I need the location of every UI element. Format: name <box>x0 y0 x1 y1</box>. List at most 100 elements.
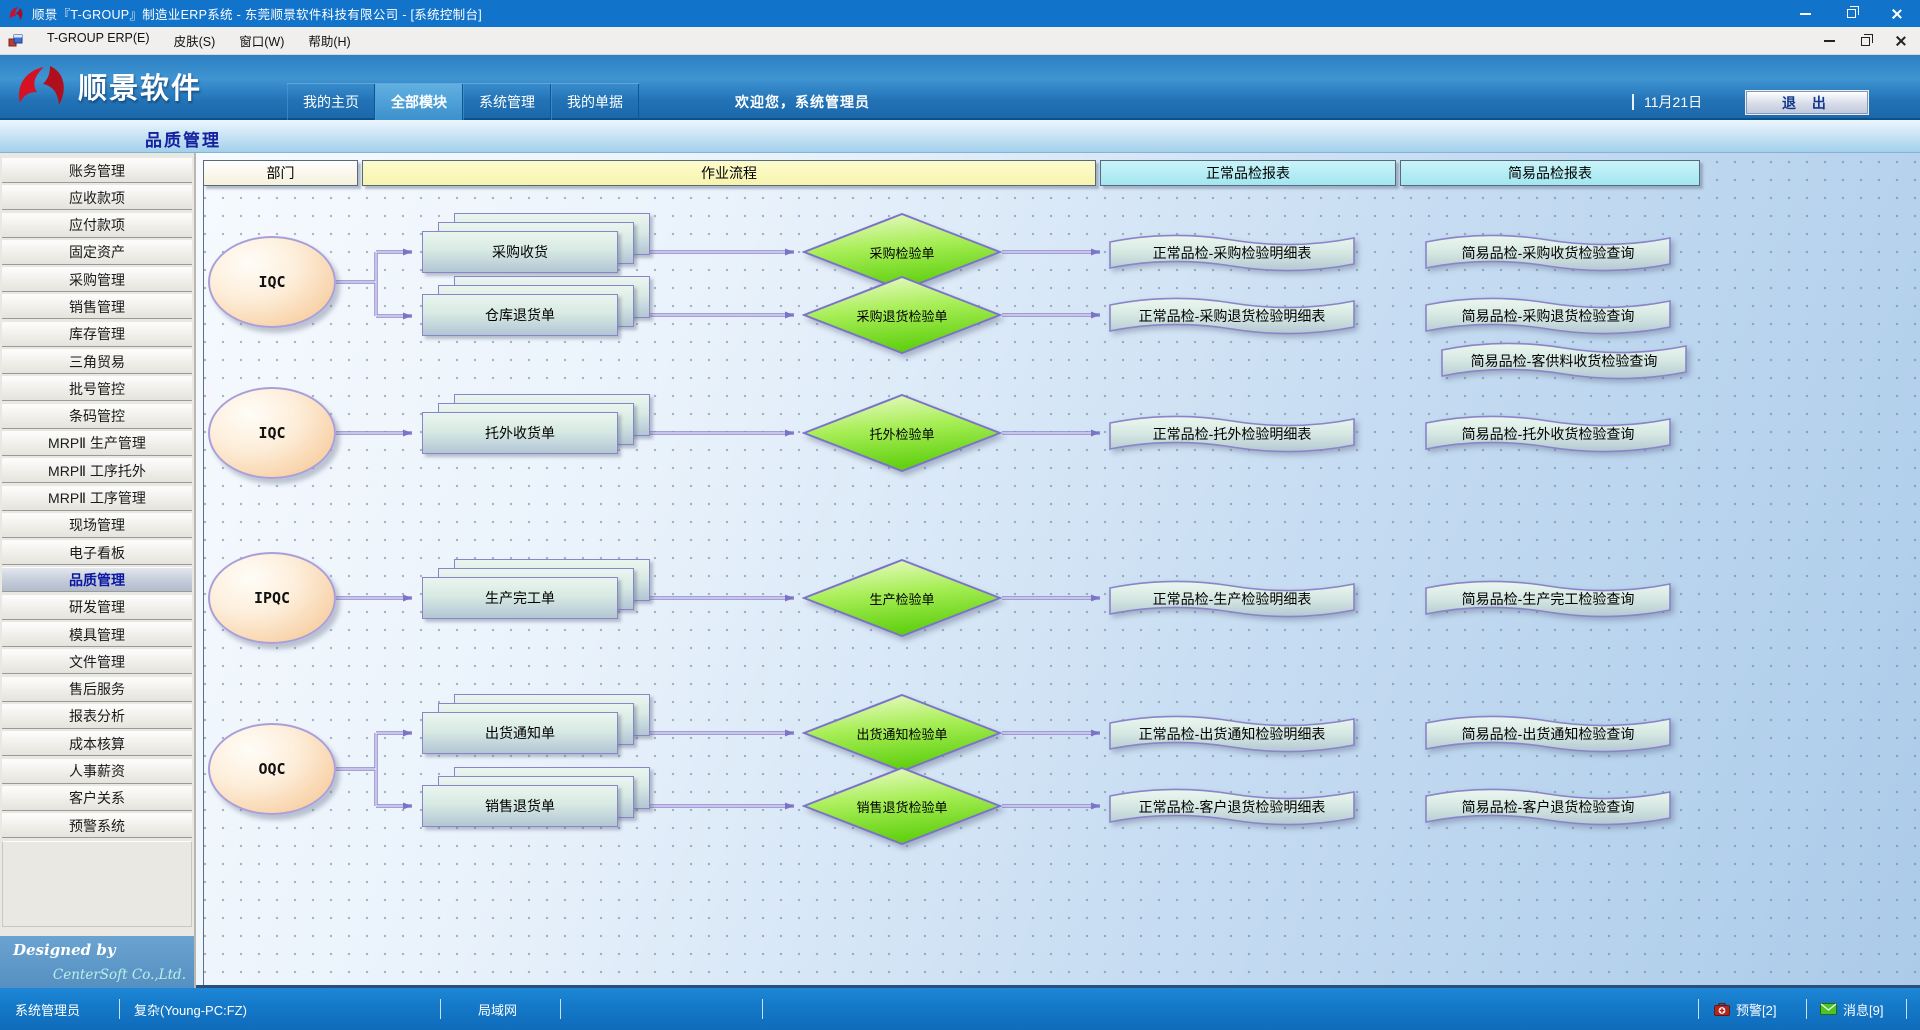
module-title-bar: 品质管理 <box>0 120 1920 153</box>
alerts-label: 预警[2] <box>1736 1000 1776 1019</box>
sidebar-item-triangle-trade[interactable]: 三角贸易 <box>2 349 192 374</box>
status-messages[interactable]: 消息[9] <box>1820 988 1883 1030</box>
status-separator <box>762 999 763 1019</box>
sidebar-item-lot-control[interactable]: 批号管控 <box>2 376 192 401</box>
query-customer-supplied-receipt-inspection[interactable]: 简易品检-客供料收货检验查询 <box>1440 337 1688 387</box>
sidebar-item-purchasing[interactable]: 采购管理 <box>2 267 192 292</box>
doc-label: 生产完工单 <box>422 577 618 619</box>
alert-icon <box>1714 1003 1730 1016</box>
query-shipping-notice-inspection[interactable]: 简易品检-出货通知检验查询 <box>1424 710 1672 760</box>
mdi-close-button[interactable] <box>1890 31 1912 51</box>
report-label: 正常品检-生产检验明细表 <box>1108 575 1356 625</box>
flow-check-purchase-return-inspection[interactable]: 采购退货检验单 <box>802 276 1002 354</box>
query-outsource-receipt-inspection[interactable]: 简易品检-托外收货检验查询 <box>1424 410 1672 460</box>
report-outsource-inspection-detail[interactable]: 正常品检-托外检验明细表 <box>1108 410 1356 460</box>
column-header-normal-reports: 正常品检报表 <box>1100 160 1396 186</box>
sidebar-item-payables[interactable]: 应付款项 <box>2 213 192 238</box>
doc-label: 出货通知单 <box>422 712 618 754</box>
column-header-process: 作业流程 <box>362 160 1096 186</box>
report-purchase-return-inspection-detail[interactable]: 正常品检-采购退货检验明细表 <box>1108 292 1356 342</box>
mdi-minimize-button[interactable] <box>1818 31 1840 51</box>
doc-label: 仓库退货单 <box>422 294 618 336</box>
flow-check-shipping-inspection[interactable]: 出货通知检验单 <box>802 694 1002 772</box>
flow-doc-shipping-notice[interactable]: 出货通知单 <box>422 712 618 754</box>
module-nav: 账务管理 应收款项 应付款项 固定资产 采购管理 销售管理 库存管理 三角贸易 … <box>2 158 192 927</box>
sidebar-item-documents[interactable]: 文件管理 <box>2 649 192 674</box>
tab-all-modules[interactable]: 全部模块 <box>375 84 463 120</box>
dept-ellipse-iqc-1: IQC <box>208 236 336 328</box>
flow-check-sales-return-inspection[interactable]: 销售退货检验单 <box>802 767 1002 845</box>
sidebar-item-e-kanban[interactable]: 电子看板 <box>2 540 192 565</box>
flow-doc-purchase-receipt[interactable]: 采购收货 <box>422 231 618 273</box>
company-credit-text: CenterSoft Co.,Ltd. <box>53 967 186 983</box>
status-separator <box>1698 999 1699 1019</box>
sidebar-item-mrp2-production[interactable]: MRPⅡ 生产管理 <box>2 431 192 456</box>
sidebar-item-fixed-assets[interactable]: 固定资产 <box>2 240 192 265</box>
status-user: 系统管理员 <box>15 988 80 1030</box>
sidebar-empty-panel <box>2 841 192 927</box>
status-workstation: 复杂(Young-PC:FZ) <box>134 988 247 1030</box>
sidebar-item-costing[interactable]: 成本核算 <box>2 731 192 756</box>
menu-window[interactable]: 窗口(W) <box>229 27 294 54</box>
canvas-left-guide-line <box>203 161 204 985</box>
flow-doc-sales-return[interactable]: 销售退货单 <box>422 785 618 827</box>
message-icon <box>1820 1003 1837 1015</box>
tab-my-home[interactable]: 我的主页 <box>287 84 375 120</box>
query-production-completion-inspection[interactable]: 简易品检-生产完工检验查询 <box>1424 575 1672 625</box>
flow-doc-production-completion[interactable]: 生产完工单 <box>422 577 618 619</box>
sidebar-item-sales[interactable]: 销售管理 <box>2 294 192 319</box>
mdi-restore-button[interactable] <box>1854 31 1876 51</box>
flow-doc-outsource-receipt[interactable]: 托外收货单 <box>422 412 618 454</box>
header-banner: 顺景软件 我的主页 全部模块 系统管理 我的单据 欢迎您，系统管理员 11月21… <box>0 55 1920 120</box>
erp-window: 顺景『T-GROUP』制造业ERP系统 - 东莞顺景软件科技有限公司 - [系统… <box>0 0 1920 1030</box>
query-label: 简易品检-出货通知检验查询 <box>1424 710 1672 760</box>
date-display: 11月21日 <box>1632 83 1702 120</box>
messages-label: 消息[9] <box>1843 1000 1883 1019</box>
sidebar-item-mrp2-process[interactable]: MRPⅡ 工序管理 <box>2 486 192 511</box>
sidebar-item-receivables[interactable]: 应收款项 <box>2 185 192 210</box>
dept-ellipse-oqc: OQC <box>208 723 336 815</box>
flow-doc-warehouse-return[interactable]: 仓库退货单 <box>422 294 618 336</box>
sidebar-item-report-analysis[interactable]: 报表分析 <box>2 704 192 729</box>
sidebar-item-quality[interactable]: 品质管理 <box>2 567 192 592</box>
report-production-inspection-detail[interactable]: 正常品检-生产检验明细表 <box>1108 575 1356 625</box>
sidebar-item-rnd[interactable]: 研发管理 <box>2 595 192 620</box>
menu-skin[interactable]: 皮肤(S) <box>164 27 226 54</box>
status-separator <box>1806 999 1807 1019</box>
sidebar-item-mrp2-outsourcing[interactable]: MRPⅡ 工序托外 <box>2 458 192 483</box>
report-label: 正常品检-采购退货检验明细表 <box>1108 292 1356 342</box>
mdi-child-icon <box>8 34 23 47</box>
status-alerts[interactable]: 预警[2] <box>1714 988 1776 1030</box>
sidebar-item-alert-system[interactable]: 预警系统 <box>2 813 192 838</box>
flow-check-production-inspection[interactable]: 生产检验单 <box>802 559 1002 637</box>
sidebar-item-shopfloor[interactable]: 现场管理 <box>2 513 192 538</box>
sidebar-item-accounting[interactable]: 账务管理 <box>2 158 192 183</box>
window-minimize-button[interactable] <box>1782 0 1828 27</box>
report-shipping-inspection-detail[interactable]: 正常品检-出货通知检验明细表 <box>1108 710 1356 760</box>
query-customer-return-inspection[interactable]: 简易品检-客户退货检验查询 <box>1424 783 1672 833</box>
column-header-department: 部门 <box>203 160 358 186</box>
report-label: 正常品检-客户退货检验明细表 <box>1108 783 1356 833</box>
tab-my-documents[interactable]: 我的单据 <box>551 84 639 120</box>
query-purchase-return-inspection[interactable]: 简易品检-采购退货检验查询 <box>1424 292 1672 342</box>
menu-help[interactable]: 帮助(H) <box>298 27 360 54</box>
sidebar-item-after-sales[interactable]: 售后服务 <box>2 677 192 702</box>
report-purchase-inspection-detail[interactable]: 正常品检-采购检验明细表 <box>1108 229 1356 279</box>
sidebar-item-barcode-control[interactable]: 条码管控 <box>2 404 192 429</box>
restore-icon <box>1861 37 1870 46</box>
status-bar: 系统管理员 复杂(Young-PC:FZ) 局域网 预警[2] 消息[9] <box>0 988 1920 1030</box>
brand-logo-icon <box>12 63 70 109</box>
window-restore-button[interactable] <box>1828 0 1874 27</box>
sidebar-item-crm[interactable]: 客户关系 <box>2 786 192 811</box>
window-close-button[interactable] <box>1874 0 1920 27</box>
menu-tgroup-erp[interactable]: T-GROUP ERP(E) <box>37 27 160 54</box>
query-purchase-receipt-inspection[interactable]: 简易品检-采购收货检验查询 <box>1424 229 1672 279</box>
sidebar-item-mold[interactable]: 模具管理 <box>2 622 192 647</box>
sidebar-item-inventory[interactable]: 库存管理 <box>2 322 192 347</box>
flow-check-outsource-inspection[interactable]: 托外检验单 <box>802 394 1002 472</box>
diamond-label: 销售退货检验单 <box>802 767 1002 845</box>
sidebar-item-hr-payroll[interactable]: 人事薪资 <box>2 759 192 784</box>
tab-system-admin[interactable]: 系统管理 <box>463 84 551 120</box>
exit-button[interactable]: 退 出 <box>1746 91 1868 114</box>
report-customer-return-inspection-detail[interactable]: 正常品检-客户退货检验明细表 <box>1108 783 1356 833</box>
